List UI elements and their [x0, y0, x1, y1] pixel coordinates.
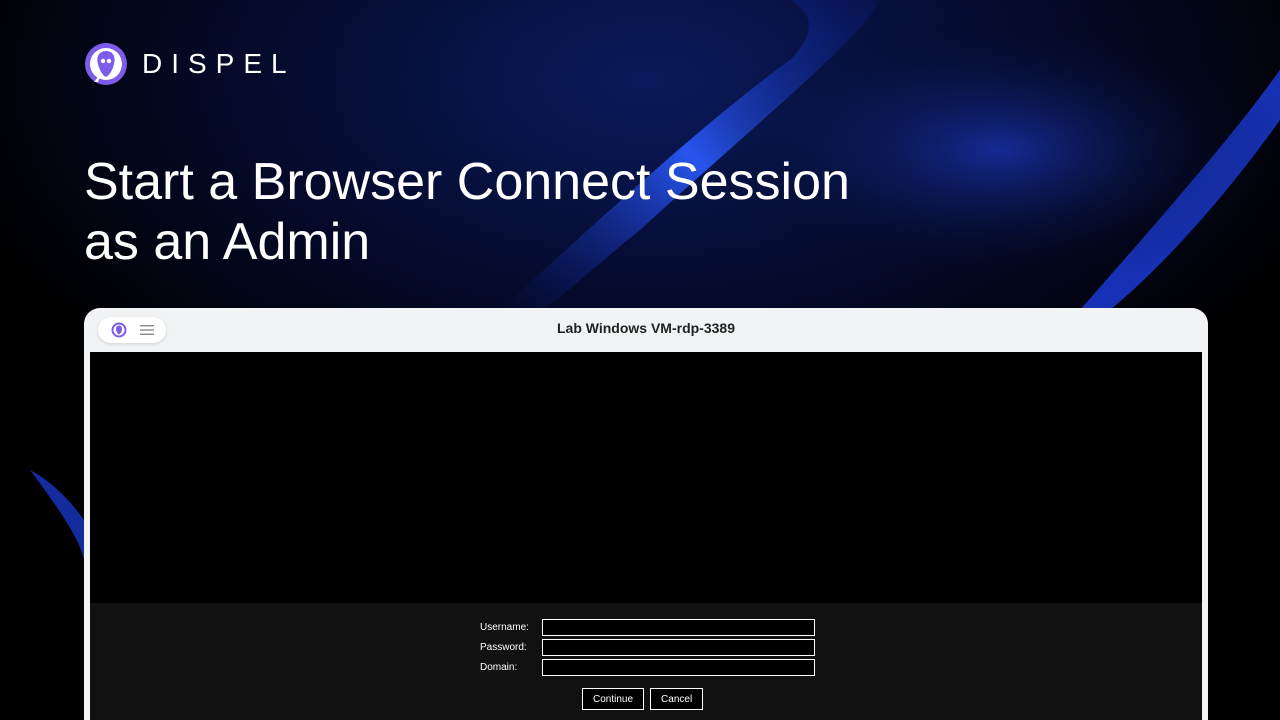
title-line-1: Start a Browser Connect Session: [84, 153, 850, 211]
rdp-login-panel: Username: Password: Domain: Continue Can…: [90, 603, 1202, 720]
brand-logo: DISPEL: [84, 42, 296, 86]
password-input[interactable]: [542, 638, 815, 656]
window-title-bar: Lab Windows VM-rdp-3389: [84, 308, 1208, 352]
brand-name: DISPEL: [142, 48, 296, 79]
username-label: Username:: [480, 621, 529, 633]
username-input[interactable]: [542, 618, 815, 636]
presentation-slide: DISPEL Start a Browser Connect Session a…: [0, 0, 1280, 720]
window-title: Lab Windows VM-rdp-3389: [556, 320, 735, 336]
title-line-2: as an Admin: [84, 213, 371, 271]
form-buttons: Continue Cancel: [582, 688, 704, 710]
cancel-button[interactable]: Cancel: [650, 688, 704, 710]
page-title: Start a Browser Connect Session as an Ad…: [84, 152, 984, 272]
remote-desktop-screen[interactable]: Username: Password: Domain: Continue Can…: [90, 352, 1202, 720]
password-row: Password:: [480, 637, 815, 657]
browser-connect-window: Lab Windows VM-rdp-3389 Username: Passwo…: [84, 308, 1208, 720]
domain-input[interactable]: [542, 658, 815, 676]
continue-button[interactable]: Continue: [582, 688, 645, 710]
domain-label: Domain:: [480, 661, 518, 673]
domain-row: Domain:: [480, 657, 815, 677]
login-form: Username: Password: Domain:: [480, 617, 815, 677]
username-row: Username:: [480, 617, 815, 637]
owl-logo-icon: [85, 43, 127, 85]
password-label: Password:: [480, 641, 527, 653]
